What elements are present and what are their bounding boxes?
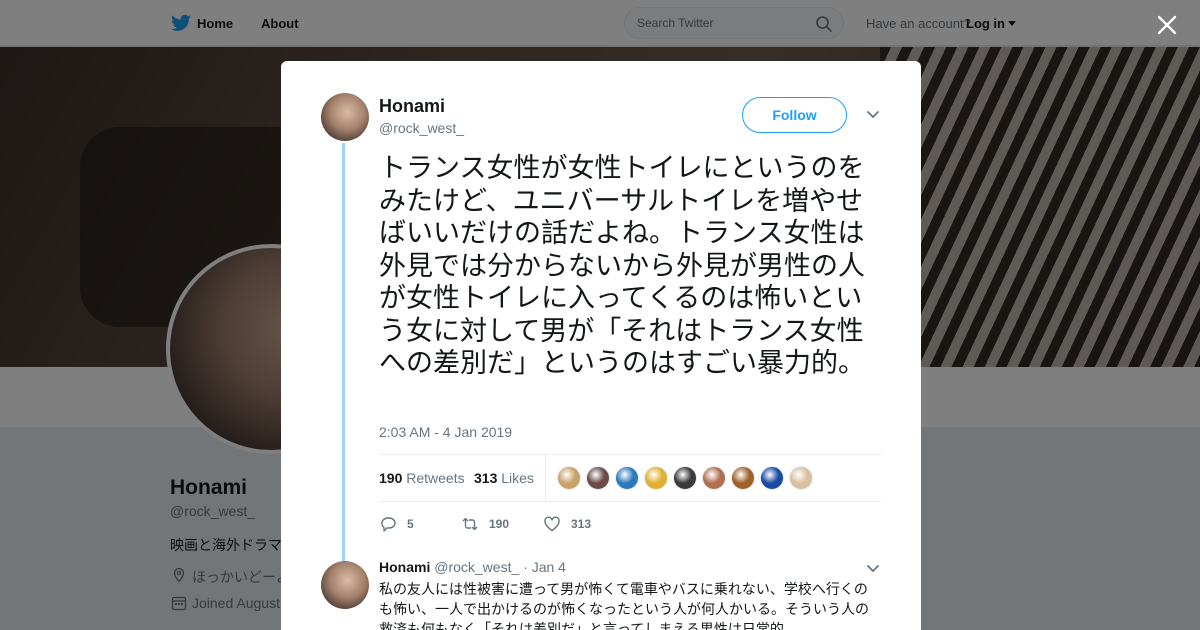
tweet-text: トランス女性が女性トイレにというのをみたけど、ユニバーサルトイレを増やせばいいだ… [379, 153, 865, 379]
liker-avatar[interactable] [673, 466, 697, 490]
tweet-author-handle[interactable]: @rock_west_ [379, 120, 464, 136]
reply-header: Honami @rock_west_ · Jan 4 [379, 559, 566, 575]
chevron-down-icon[interactable] [866, 110, 880, 120]
likes-count: 313 [474, 470, 498, 486]
likers-avatars [557, 466, 818, 492]
reply-author-name[interactable]: Honami [379, 559, 430, 575]
tweet-timestamp[interactable]: 2:03 AM - 4 Jan 2019 [379, 424, 512, 440]
liker-avatar[interactable] [557, 466, 581, 490]
reply-count: 5 [407, 517, 414, 531]
reply-chevron-down-icon[interactable] [866, 564, 880, 574]
reply-date[interactable]: · Jan 4 [523, 559, 566, 575]
tweet-author-name[interactable]: Honami [379, 96, 445, 117]
stats-divider [545, 455, 546, 501]
tweet-actions: 5 190 313 [379, 513, 879, 537]
retweets-stat[interactable]: 190 Retweets [379, 470, 465, 486]
liker-avatar[interactable] [789, 466, 813, 490]
liker-avatar[interactable] [731, 466, 755, 490]
reply-author-handle[interactable]: @rock_west_ [434, 559, 519, 575]
liker-avatar[interactable] [615, 466, 639, 490]
retweets-count: 190 [379, 470, 403, 486]
liker-avatar[interactable] [702, 466, 726, 490]
likes-label: Likes [501, 470, 534, 486]
thread-line [342, 143, 345, 563]
liker-avatar[interactable] [586, 466, 610, 490]
reply-icon [381, 517, 396, 532]
retweet-icon [462, 517, 478, 531]
tweet-stats: 190 Retweets 313 Likes [379, 454, 881, 502]
reply-author-avatar[interactable] [321, 561, 369, 609]
liker-avatar[interactable] [760, 466, 784, 490]
retweet-action-count: 190 [489, 517, 510, 531]
retweets-label: Retweets [406, 470, 465, 486]
tweet-author-avatar[interactable] [321, 93, 369, 141]
heart-icon [544, 516, 560, 532]
close-icon[interactable] [1156, 14, 1178, 36]
like-action-count: 313 [571, 517, 592, 531]
reply-text: 私の友人には性被害に遭って男が怖くて電車やバスに乗れない、学校へ行くのも怖い、一… [379, 582, 869, 630]
likes-stat[interactable]: 313 Likes [474, 470, 534, 486]
follow-button[interactable]: Follow [742, 97, 847, 133]
liker-avatar[interactable] [644, 466, 668, 490]
tweet-modal: Honami @rock_west_ Follow トランス女性が女性トイレにと… [281, 61, 921, 630]
